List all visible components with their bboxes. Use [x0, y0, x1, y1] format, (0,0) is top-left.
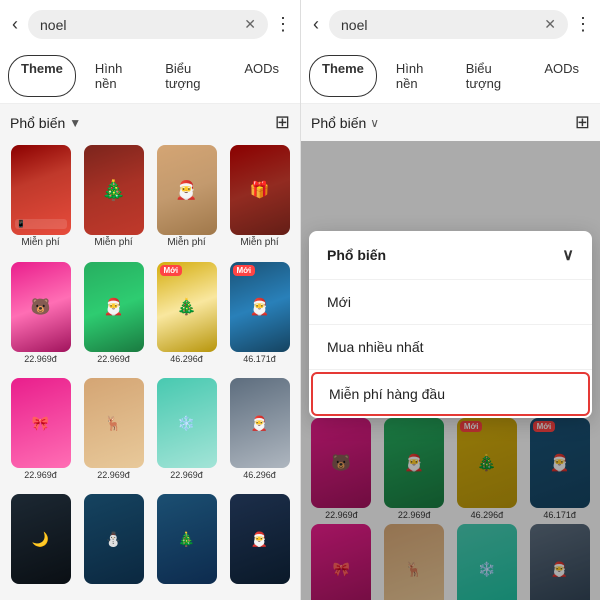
dropdown-item-mua-nhieu-nhat[interactable]: Mua nhiều nhất	[309, 325, 592, 370]
theme-label: 46.171đ	[243, 354, 276, 364]
left-search-text: noel	[40, 17, 66, 33]
theme-card[interactable]: 🎅	[225, 494, 294, 596]
theme-thumbnail: 🎅	[157, 145, 217, 235]
theme-label: 22.969đ	[24, 354, 57, 364]
right-search-input[interactable]: noel ✕	[329, 10, 568, 39]
theme-label: Miễn phí	[21, 237, 59, 248]
sort-dropdown-menu[interactable]: Phổ biến ∨ Mới Mua nhiều nhất Miễn phí h…	[309, 231, 592, 418]
right-tab-hinh-nen[interactable]: Hình nền	[383, 55, 447, 97]
left-filter-tabs: Theme Hình nền Biểu tượng AODs	[0, 49, 300, 104]
left-sort-chevron-icon: ▼	[69, 116, 81, 130]
left-sort-row: Phổ biến ▼ ⊞	[0, 104, 300, 141]
left-themes-grid: 📱 Miễn phí 🎄 Miễn phí 🎅 Miễn phí	[0, 141, 300, 600]
right-sort-row: Phổ biến ∨ ⊞	[301, 104, 600, 141]
theme-label: Miễn phí	[240, 237, 278, 248]
right-search-text: noel	[341, 17, 367, 33]
right-sort-label-text: Phổ biến	[311, 115, 366, 131]
theme-card[interactable]: 🎁 Miễn phí	[225, 145, 294, 258]
left-tab-theme[interactable]: Theme	[8, 55, 76, 97]
theme-card[interactable]: 🎅 Miễn phí	[152, 145, 221, 258]
theme-card[interactable]: 📱 Miễn phí	[6, 145, 75, 258]
theme-thumbnail: 🎁	[230, 145, 290, 235]
dropdown-label: Miễn phí hàng đầu	[329, 386, 445, 402]
theme-thumbnail: 📱	[11, 145, 71, 235]
theme-card[interactable]: 🎄	[152, 494, 221, 596]
dropdown-label: Phổ biến	[327, 247, 386, 263]
dropdown-label: Mới	[327, 294, 351, 310]
theme-thumbnail: 🎅	[84, 262, 144, 352]
theme-card[interactable]: 🎀 22.969đ	[6, 378, 75, 490]
left-tab-bieu-tuong[interactable]: Biểu tượng	[152, 55, 225, 97]
theme-label: 22.969đ	[97, 354, 130, 364]
theme-label: 46.296đ	[170, 354, 203, 364]
left-search-bar: ‹ noel ✕ ⋮	[0, 0, 300, 49]
theme-label: Miễn phí	[94, 237, 132, 248]
left-clear-button[interactable]: ✕	[244, 16, 256, 33]
left-sort-label-text: Phổ biến	[10, 115, 65, 131]
theme-thumbnail: 🎅	[230, 494, 290, 584]
theme-label: 22.969đ	[24, 470, 57, 480]
right-filter-tabs: Theme Hình nền Biểu tượng AODs	[301, 49, 600, 104]
new-badge: Mới	[160, 265, 183, 276]
theme-card[interactable]: Mới 🎅 46.171đ	[225, 262, 294, 374]
theme-card[interactable]: 🐻 22.969đ	[6, 262, 75, 374]
left-sort-dropdown[interactable]: Phổ biến ▼	[10, 115, 81, 131]
theme-thumbnail: ⛄	[84, 494, 144, 584]
theme-thumbnail: 🎅	[230, 378, 290, 468]
theme-card[interactable]: 🌙	[6, 494, 75, 596]
theme-thumbnail: Mới 🎄	[157, 262, 217, 352]
theme-label: 22.969đ	[97, 470, 130, 480]
right-grid-toggle-icon[interactable]: ⊞	[575, 112, 590, 133]
theme-card[interactable]: ⛄	[79, 494, 148, 596]
right-tab-bieu-tuong[interactable]: Biểu tượng	[453, 55, 526, 97]
left-search-input[interactable]: noel ✕	[28, 10, 268, 39]
theme-label: Miễn phí	[167, 237, 205, 248]
left-tab-hinh-nen[interactable]: Hình nền	[82, 55, 146, 97]
new-badge: Mới	[233, 265, 256, 276]
theme-thumbnail: 🎄	[84, 145, 144, 235]
left-tab-aods[interactable]: AODs	[231, 55, 292, 97]
right-content-area: Phổ biến ∨ Mới Mua nhiều nhất Miễn phí h…	[301, 141, 600, 600]
theme-thumbnail: Mới 🎅	[230, 262, 290, 352]
dropdown-label: Mua nhiều nhất	[327, 339, 424, 355]
theme-thumbnail: 🎀	[11, 378, 71, 468]
theme-thumbnail: 🐻	[11, 262, 71, 352]
theme-label: 22.969đ	[170, 470, 203, 480]
right-search-bar: ‹ noel ✕ ⋮	[301, 0, 600, 49]
left-more-button[interactable]: ⋮	[274, 14, 292, 35]
theme-thumbnail: ❄️	[157, 378, 217, 468]
right-sort-chevron-icon: ∨	[370, 116, 379, 130]
theme-card[interactable]: 🦌 22.969đ	[79, 378, 148, 490]
checkmark-icon: ∨	[562, 245, 574, 265]
dropdown-item-pho-bien[interactable]: Phổ biến ∨	[309, 231, 592, 280]
theme-thumbnail: 🎄	[157, 494, 217, 584]
theme-card[interactable]: 🎅 46.296đ	[225, 378, 294, 490]
theme-thumbnail: 🌙	[11, 494, 71, 584]
theme-thumbnail: 🦌	[84, 378, 144, 468]
right-more-button[interactable]: ⋮	[574, 14, 592, 35]
right-panel: ‹ noel ✕ ⋮ Theme Hình nền Biểu tượng AOD…	[300, 0, 600, 600]
theme-card[interactable]: 🎅 22.969đ	[79, 262, 148, 374]
left-back-button[interactable]: ‹	[8, 12, 22, 37]
right-sort-dropdown[interactable]: Phổ biến ∨	[311, 115, 379, 131]
right-tab-theme[interactable]: Theme	[309, 55, 377, 97]
right-tab-aods[interactable]: AODs	[531, 55, 592, 97]
left-panel: ‹ noel ✕ ⋮ Theme Hình nền Biểu tượng AOD…	[0, 0, 300, 600]
right-clear-button[interactable]: ✕	[544, 16, 556, 33]
dropdown-item-moi[interactable]: Mới	[309, 280, 592, 325]
theme-label: 46.296đ	[243, 470, 276, 480]
dropdown-item-mien-phi-hang-dau[interactable]: Miễn phí hàng đầu	[311, 372, 590, 416]
theme-card[interactable]: ❄️ 22.969đ	[152, 378, 221, 490]
left-grid-toggle-icon[interactable]: ⊞	[275, 112, 290, 133]
theme-card[interactable]: Mới 🎄 46.296đ	[152, 262, 221, 374]
right-back-button[interactable]: ‹	[309, 12, 323, 37]
theme-card[interactable]: 🎄 Miễn phí	[79, 145, 148, 258]
